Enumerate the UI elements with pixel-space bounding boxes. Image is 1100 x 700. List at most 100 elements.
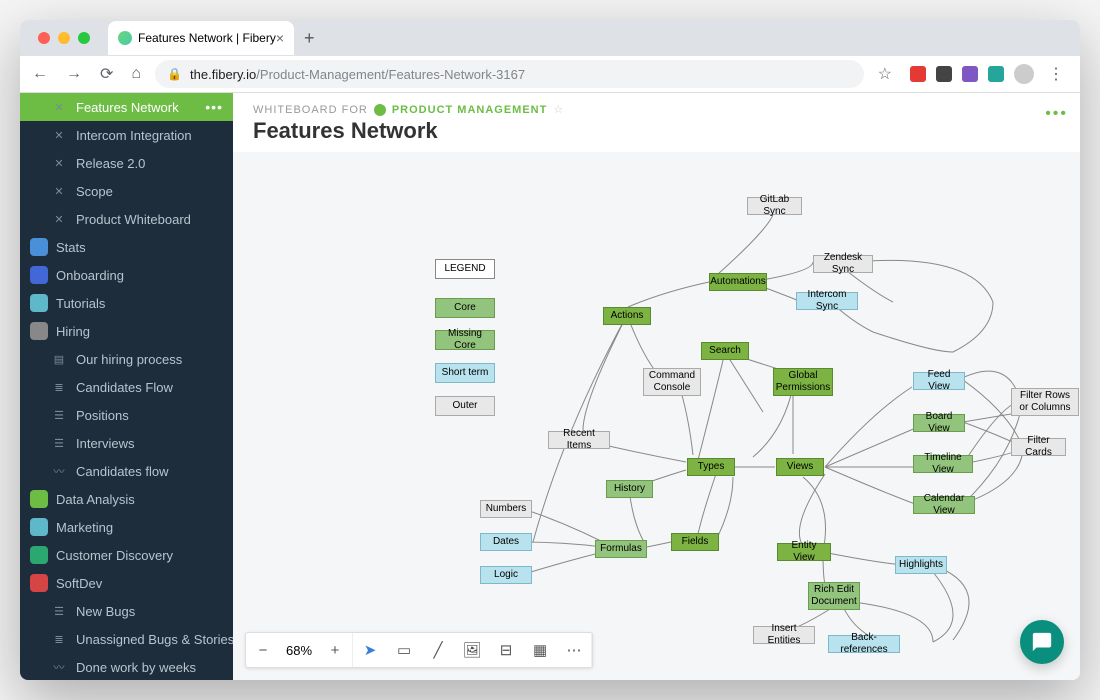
space-icon xyxy=(374,104,386,116)
node-actions[interactable]: Actions xyxy=(603,307,651,325)
browser-menu-button[interactable]: ⋮ xyxy=(1044,60,1068,88)
node-richedit[interactable]: Rich Edit Document xyxy=(808,582,860,610)
star-icon[interactable]: ☆ xyxy=(553,103,564,116)
legend-outer-node[interactable]: Outer xyxy=(435,396,495,416)
text-tool-button[interactable]: ⊟ xyxy=(489,633,523,667)
node-automations[interactable]: Automations xyxy=(709,273,767,291)
sidebar-item[interactable]: Hiring xyxy=(20,317,233,345)
zoom-out-button[interactable]: − xyxy=(246,633,280,667)
rectangle-tool-button[interactable]: ▭ xyxy=(387,633,421,667)
node-filtercards[interactable]: Filter Cards xyxy=(1011,438,1066,456)
sidebar-item[interactable]: Marketing xyxy=(20,513,233,541)
node-timeline[interactable]: Timeline View xyxy=(913,455,973,473)
sidebar-item-label: Onboarding xyxy=(56,268,124,283)
sidebar-item[interactable]: ▤Our hiring process xyxy=(20,345,233,373)
node-numbers[interactable]: Numbers xyxy=(480,500,532,518)
legend-missing-node[interactable]: Missing Core xyxy=(435,330,495,350)
intercom-launcher[interactable] xyxy=(1020,620,1064,664)
node-formulas[interactable]: Formulas xyxy=(595,540,647,558)
sidebar-item-label: New Bugs xyxy=(76,604,135,619)
sidebar-item-label: Candidates flow xyxy=(76,464,169,479)
node-search[interactable]: Search xyxy=(701,342,749,360)
forward-button[interactable]: → xyxy=(62,61,86,87)
extension-icon[interactable] xyxy=(962,66,978,82)
sidebar-item[interactable]: ✕Release 2.0 xyxy=(20,149,233,177)
browser-tab[interactable]: Features Network | Fibery × xyxy=(108,21,294,55)
extension-icon[interactable] xyxy=(910,66,926,82)
sidebar-item[interactable]: SoftDev xyxy=(20,569,233,597)
extension-icon[interactable] xyxy=(936,66,952,82)
sidebar-item[interactable]: ✕Product Whiteboard xyxy=(20,205,233,233)
minimize-window-icon[interactable] xyxy=(58,32,70,44)
space-icon xyxy=(30,266,48,284)
home-button[interactable]: ⌂ xyxy=(127,61,145,87)
node-insert[interactable]: Insert Entities xyxy=(753,626,815,644)
sidebar-item-label: Release 2.0 xyxy=(76,156,145,171)
sidebar-item[interactable]: Data Analysis xyxy=(20,485,233,513)
sidebar-item[interactable]: Customer Discovery xyxy=(20,541,233,569)
node-board[interactable]: Board View xyxy=(913,414,965,432)
line-tool-button[interactable]: ╱ xyxy=(421,633,455,667)
url-input[interactable]: 🔒 the.fibery.io /Product-Management/Feat… xyxy=(155,60,864,88)
zoom-in-button[interactable]: + xyxy=(318,633,352,667)
node-cmdconsole[interactable]: Command Console xyxy=(643,368,701,396)
node-intercom[interactable]: Intercom Sync xyxy=(796,292,858,310)
item-menu-button[interactable]: ••• xyxy=(205,99,223,115)
pointer-tool-button[interactable]: ➤ xyxy=(353,633,387,667)
sidebar-item-label: Scope xyxy=(76,184,113,199)
legend-title-node[interactable]: LEGEND xyxy=(435,259,495,279)
image-tool-button[interactable]: 🖼 xyxy=(455,633,489,667)
node-highlights[interactable]: Highlights xyxy=(895,556,947,574)
node-calendar[interactable]: Calendar View xyxy=(913,496,975,514)
node-feed[interactable]: Feed View xyxy=(913,372,965,390)
sidebar-item[interactable]: Stats xyxy=(20,233,233,261)
node-filterrows[interactable]: Filter Rows or Columns xyxy=(1011,388,1079,416)
space-icon xyxy=(30,546,48,564)
legend-short-node[interactable]: Short term xyxy=(435,363,495,383)
whiteboard-canvas[interactable]: LEGEND Core Missing Core Short term Oute… xyxy=(233,152,1080,680)
maximize-window-icon[interactable] xyxy=(78,32,90,44)
reload-button[interactable]: ⟳ xyxy=(96,60,117,88)
sidebar-item[interactable]: 〰Done work by weeks xyxy=(20,653,233,680)
sidebar-item[interactable]: ≣Candidates Flow xyxy=(20,373,233,401)
node-types[interactable]: Types xyxy=(687,458,735,476)
node-zendesk[interactable]: Zendesk Sync xyxy=(813,255,873,273)
sidebar-item[interactable]: ✕Intercom Integration xyxy=(20,121,233,149)
new-tab-button[interactable]: + xyxy=(294,28,325,49)
node-gitlab[interactable]: GitLab Sync xyxy=(747,197,802,215)
profile-avatar[interactable] xyxy=(1014,64,1034,84)
node-views[interactable]: Views xyxy=(776,458,824,476)
node-entity[interactable]: Entity View xyxy=(777,543,831,561)
close-window-icon[interactable] xyxy=(38,32,50,44)
sidebar-item[interactable]: ✕Scope xyxy=(20,177,233,205)
more-menu-button[interactable]: ••• xyxy=(1045,105,1068,123)
sidebar-item[interactable]: ✕Features Network••• xyxy=(20,93,233,121)
sidebar-item[interactable]: 〰Candidates flow xyxy=(20,457,233,485)
legend-core-node[interactable]: Core xyxy=(435,298,495,318)
sidebar-item[interactable]: ☰New Bugs xyxy=(20,597,233,625)
breadcrumb-link[interactable]: PRODUCT MANAGEMENT xyxy=(392,104,548,116)
tab-close-icon[interactable]: × xyxy=(276,30,284,46)
sidebar-item[interactable]: Onboarding xyxy=(20,261,233,289)
sticky-tool-button[interactable]: ▦ xyxy=(523,633,557,667)
node-global[interactable]: Global Permissions xyxy=(773,368,833,396)
node-fields[interactable]: Fields xyxy=(671,533,719,551)
sidebar-item[interactable]: ≣Unassigned Bugs & Stories xyxy=(20,625,233,653)
node-logic[interactable]: Logic xyxy=(480,566,532,584)
node-history[interactable]: History xyxy=(606,480,653,498)
more-tools-button[interactable]: ⋯ xyxy=(557,633,591,667)
back-button[interactable]: ← xyxy=(28,61,52,87)
sidebar-item[interactable]: ☰Positions xyxy=(20,401,233,429)
main-content: WHITEBOARD FOR PRODUCT MANAGEMENT ☆ Feat… xyxy=(233,93,1080,680)
sidebar-item[interactable]: Tutorials xyxy=(20,289,233,317)
favicon-icon xyxy=(118,31,132,45)
sidebar-item-label: Features Network xyxy=(76,100,179,115)
extension-icon[interactable] xyxy=(988,66,1004,82)
star-button[interactable]: ☆ xyxy=(874,60,896,88)
node-recent[interactable]: Recent Items xyxy=(548,431,610,449)
node-dates[interactable]: Dates xyxy=(480,533,532,551)
node-backref[interactable]: Back-references xyxy=(828,635,900,653)
sidebar-item-label: Stats xyxy=(56,240,86,255)
space-icon xyxy=(30,322,48,340)
sidebar-item[interactable]: ☰Interviews xyxy=(20,429,233,457)
